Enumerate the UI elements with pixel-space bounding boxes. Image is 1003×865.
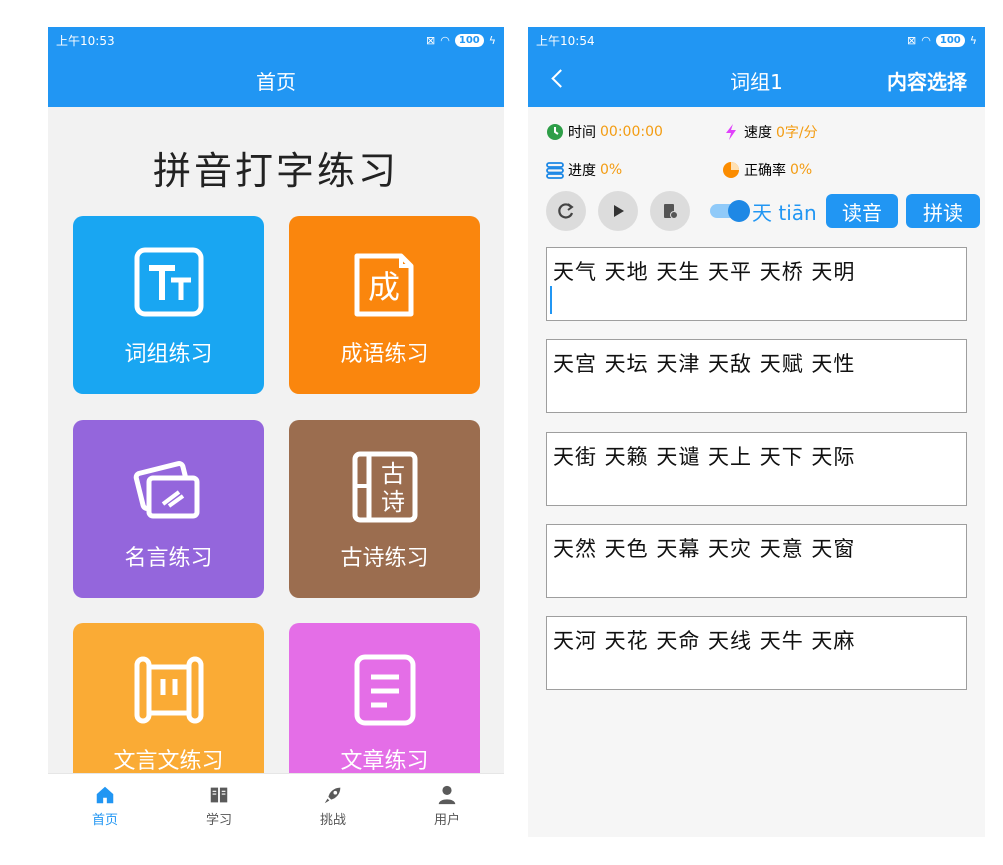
spell-button[interactable]: 拼读 bbox=[906, 194, 980, 228]
title-bar: 首页 bbox=[48, 53, 504, 107]
stat-time-value: 00:00:00 bbox=[600, 124, 663, 140]
nav-label: 挑战 bbox=[319, 812, 346, 828]
battery-icon: 100 bbox=[935, 33, 965, 47]
text-size-icon bbox=[134, 247, 203, 317]
idiom-icon-glyph: 成 bbox=[367, 268, 399, 306]
tile-label: 名言练习 bbox=[124, 546, 213, 571]
word-line: 天然 天色 天幕 天灾 天意 天窗 bbox=[553, 537, 856, 561]
page-title: 词组1 bbox=[730, 69, 783, 94]
restart-button[interactable] bbox=[546, 191, 586, 231]
scroll-icon bbox=[134, 656, 203, 724]
pinyin-char: 天 bbox=[752, 201, 772, 225]
tile-label: 词组练习 bbox=[124, 342, 213, 367]
tile-poem-practice[interactable]: 古 诗 古诗练习 bbox=[289, 420, 480, 598]
content-select-button[interactable]: 内容选择 bbox=[887, 66, 967, 95]
clock-icon bbox=[547, 124, 563, 140]
stat-speed: 速度 0字/分 bbox=[722, 122, 818, 142]
home-icon bbox=[96, 786, 114, 803]
stat-progress: 进度 0% bbox=[546, 160, 622, 180]
nav-challenge[interactable]: 挑战 bbox=[276, 774, 390, 837]
word-input-box[interactable]: 天河 天花 天命 天线 天牛 天麻 bbox=[546, 616, 967, 690]
pie-chart-icon bbox=[723, 162, 739, 178]
stat-time: 时间 00:00:00 bbox=[546, 122, 663, 142]
home-body: 拼音打字练习 词组练习 成 成语练习 名言练习 古 诗 古诗练习 文言文练习 文… bbox=[48, 107, 504, 837]
practice-screen: 上午10:54 ⊠ ◠ 100 ϟ 词组1 内容选择 时间 00:00:00 速… bbox=[528, 27, 985, 837]
pinyin-text: tiān bbox=[778, 201, 817, 225]
home-screen: 上午10:53 ⊠ ◠ 100 ϟ 首页 拼音打字练习 词组练习 成 成语练习 … bbox=[48, 27, 504, 837]
word-line: 天河 天花 天命 天线 天牛 天麻 bbox=[553, 629, 856, 653]
poem-icon-glyph-2: 诗 bbox=[381, 488, 405, 516]
play-button[interactable] bbox=[598, 191, 638, 231]
wifi-icon: ◠ bbox=[440, 33, 450, 47]
back-arrow-icon[interactable] bbox=[548, 67, 572, 91]
progress-stack-icon bbox=[546, 162, 564, 179]
stat-time-label: 时间 bbox=[568, 125, 596, 141]
nav-label: 学习 bbox=[205, 812, 232, 828]
status-time: 上午10:53 bbox=[56, 33, 115, 48]
stat-progress-label: 进度 bbox=[568, 163, 596, 179]
tile-quote-practice[interactable]: 名言练习 bbox=[73, 420, 264, 598]
status-bar: 上午10:53 ⊠ ◠ 100 ϟ bbox=[48, 27, 504, 53]
word-input-box[interactable]: 天然 天色 天幕 天灾 天意 天窗 bbox=[546, 524, 967, 598]
word-line: 天街 天籁 天谴 天上 天下 天际 bbox=[553, 445, 856, 469]
tile-word-practice[interactable]: 词组练习 bbox=[73, 216, 264, 394]
idiom-book-icon: 成 bbox=[354, 253, 413, 317]
text-cursor bbox=[550, 286, 552, 314]
word-input-box[interactable]: 天气 天地 天生 天平 天桥 天明 bbox=[546, 247, 967, 321]
record-icon bbox=[664, 204, 678, 219]
tile-label: 文章练习 bbox=[340, 749, 429, 774]
word-input-box[interactable]: 天街 天籁 天谴 天上 天下 天际 bbox=[546, 432, 967, 506]
stat-speed-value: 0字/分 bbox=[776, 125, 818, 141]
stat-accuracy-value: 0% bbox=[790, 162, 813, 178]
wifi-icon: ◠ bbox=[921, 33, 931, 47]
nav-label: 用户 bbox=[433, 812, 460, 828]
stat-accuracy-label: 正确率 bbox=[744, 163, 786, 179]
refresh-icon bbox=[558, 203, 574, 219]
cards-icon bbox=[133, 461, 199, 519]
document-icon bbox=[354, 654, 415, 726]
poem-icon-glyph-1: 古 bbox=[381, 460, 405, 488]
poem-book-icon: 古 诗 bbox=[352, 451, 417, 523]
status-time: 上午10:54 bbox=[536, 33, 595, 48]
charging-icon: ϟ bbox=[969, 33, 977, 47]
play-icon bbox=[614, 205, 624, 217]
bottom-nav: 首页 学习 挑战 用户 bbox=[48, 773, 504, 837]
stat-progress-value: 0% bbox=[600, 162, 623, 178]
word-input-box[interactable]: 天宫 天坛 天津 天敌 天赋 天性 bbox=[546, 339, 967, 413]
word-line: 天宫 天坛 天津 天敌 天赋 天性 bbox=[553, 352, 856, 376]
user-icon bbox=[438, 785, 456, 804]
nav-user[interactable]: 用户 bbox=[390, 774, 504, 837]
tile-label: 成语练习 bbox=[340, 342, 429, 367]
status-bar: 上午10:54 ⊠ ◠ 100 ϟ bbox=[528, 27, 985, 53]
page-title: 首页 bbox=[256, 69, 296, 94]
lightning-icon bbox=[726, 124, 736, 140]
tile-idiom-practice[interactable]: 成 成语练习 bbox=[289, 216, 480, 394]
book-icon bbox=[210, 787, 228, 802]
title-bar: 词组1 内容选择 bbox=[528, 53, 985, 107]
control-row: 天 tiān 读音 拼读 bbox=[546, 191, 985, 231]
app-title: 拼音打字练习 bbox=[152, 149, 399, 193]
nav-label: 首页 bbox=[91, 812, 118, 828]
sim-icon: ⊠ bbox=[426, 33, 436, 47]
rocket-icon bbox=[324, 787, 341, 803]
nav-study[interactable]: 学习 bbox=[162, 774, 276, 837]
charging-icon: ϟ bbox=[488, 33, 496, 47]
pinyin-display: 天 tiān bbox=[752, 197, 817, 226]
tile-label: 古诗练习 bbox=[340, 546, 429, 571]
tile-label: 文言文练习 bbox=[113, 749, 224, 774]
nav-home[interactable]: 首页 bbox=[48, 774, 162, 837]
read-button[interactable]: 读音 bbox=[826, 194, 898, 228]
word-line: 天气 天地 天生 天平 天桥 天明 bbox=[553, 260, 856, 284]
sim-icon: ⊠ bbox=[907, 33, 917, 47]
pinyin-toggle[interactable] bbox=[706, 200, 750, 222]
stat-accuracy: 正确率 0% bbox=[722, 160, 812, 180]
stat-speed-label: 速度 bbox=[744, 125, 772, 141]
record-button[interactable] bbox=[650, 191, 690, 231]
battery-icon: 100 bbox=[454, 33, 484, 47]
